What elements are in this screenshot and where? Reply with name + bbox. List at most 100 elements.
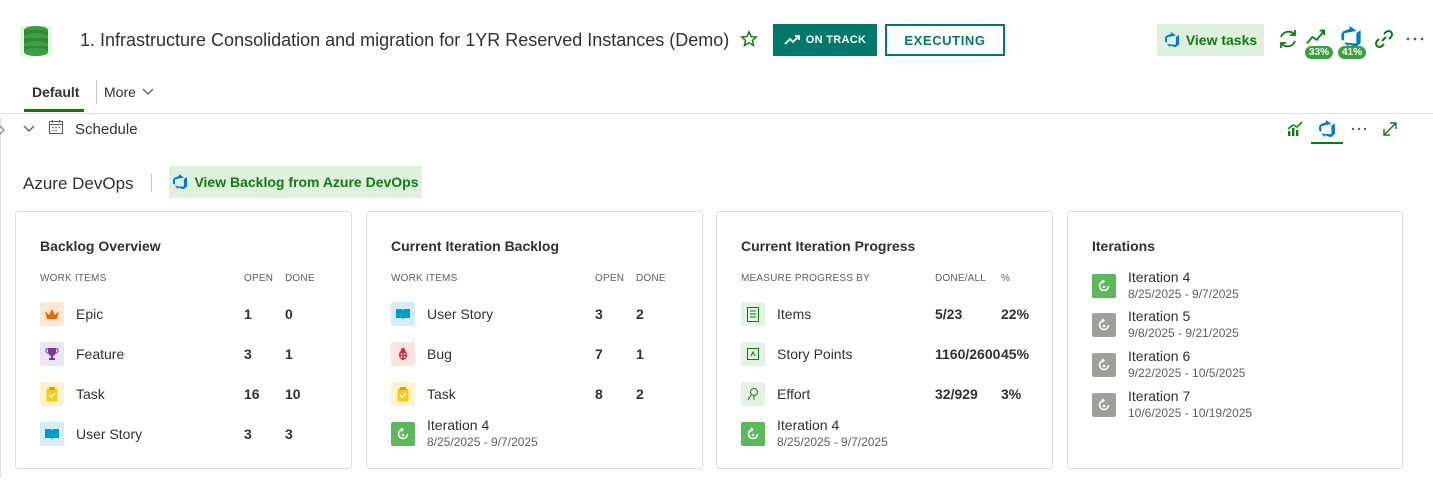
row-done: 2 [636,386,644,402]
view-tasks-label: View tasks [1185,32,1258,48]
row-label: User Story [427,306,494,322]
azure-devops-progress-icon[interactable] [1340,26,1362,48]
col-header-open: OPEN [595,273,625,284]
tab-default[interactable]: Default [32,84,79,100]
iterations-card: Iterations Iteration 4 8/25/2025 - 9/7/2… [1067,211,1403,469]
task-clipboard-icon [40,382,64,406]
chevron-down-icon [142,88,154,95]
section-more-icon[interactable] [1350,120,1368,138]
tab-bar: Default More [0,78,1433,114]
backlog-row-feature[interactable]: Feature 3 1 [40,342,340,366]
row-open: 3 [244,346,252,362]
progress-badge-1: 33% [1305,46,1334,59]
row-done: 1 [285,346,293,362]
iteration-icon [1092,313,1116,337]
col-header-measure: MEASURE PROGRESS BY [741,273,870,284]
col-header-work-items: WORK ITEMS [40,273,107,284]
row-open: 3 [244,426,252,442]
backlog-row-epic[interactable]: Epic 1 0 [40,302,340,326]
iteration-dates: 8/25/2025 - 9/7/2025 [1128,287,1239,301]
current-iteration-backlog-card: Current Iteration Backlog WORK ITEMS OPE… [366,211,703,469]
card-title: Current Iteration Progress [741,238,916,254]
header: 1. Infrastructure Consolidation and migr… [0,0,1433,80]
row-label: Epic [76,306,104,322]
collapse-chevron-icon[interactable] [22,122,36,136]
iteration-item[interactable]: Iteration 4 8/25/2025 - 9/7/2025 [1092,269,1392,301]
progress-badge-2: 41% [1338,46,1367,59]
bug-icon [391,342,415,366]
iteration-dates: 9/22/2025 - 10/5/2025 [1128,366,1246,380]
chart-view-icon[interactable] [1286,120,1304,138]
section-title[interactable]: Schedule [75,121,138,138]
col-header-done: DONE [285,273,315,284]
iteration-row-bug[interactable]: Bug 7 1 [391,342,691,366]
expand-icon[interactable] [1381,120,1399,138]
progress-row-story-points[interactable]: Story Points 1160/2600 45% [741,342,1041,366]
current-iteration-progress-card: Current Iteration Progress MEASURE PROGR… [716,211,1053,469]
col-header-percent: % [1001,273,1011,284]
iteration-dates: 8/25/2025 - 9/7/2025 [427,435,538,449]
iteration-item[interactable]: Iteration 6 9/22/2025 - 10/5/2025 [1092,348,1392,380]
more-options-icon[interactable] [1404,28,1426,50]
status-executing-label: EXECUTING [904,32,986,48]
progress-chart-icon[interactable] [1305,26,1327,48]
page: 1. Infrastructure Consolidation and migr… [0,0,1433,484]
row-done: 1 [636,346,644,362]
status-on-track-label: ON TRACK [805,34,867,46]
iteration-icon [391,422,415,446]
iteration-name: Iteration 5 [1128,308,1191,324]
iteration-row-task[interactable]: Task 8 2 [391,382,691,406]
status-executing-button[interactable]: EXECUTING [885,24,1005,56]
tab-more-label: More [104,84,136,100]
project-title: 1. Infrastructure Consolidation and migr… [80,30,730,50]
azure-devops-icon [1164,32,1179,48]
azure-devops-label: Azure DevOps [23,174,134,193]
progress-row-effort[interactable]: Effort 32/929 3% [741,382,1041,406]
project-database-icon [20,26,52,56]
iteration-name: Iteration 6 [1128,348,1191,364]
link-icon[interactable] [1373,28,1395,50]
row-percent: 3% [1001,386,1022,402]
tab-default-underline [24,109,84,112]
azure-devops-view-icon[interactable] [1318,120,1336,138]
view-backlog-label: View Backlog from Azure DevOps [194,174,419,190]
row-label: Bug [427,346,452,362]
backlog-row-task[interactable]: Task 16 10 [40,382,340,406]
card-title: Backlog Overview [40,238,161,254]
row-open: 1 [244,306,252,322]
iteration-dates: 8/25/2025 - 9/7/2025 [777,435,888,449]
left-rail [0,118,1,478]
iteration-item[interactable]: Iteration 4 8/25/2025 - 9/7/2025 [391,417,691,449]
refresh-icon[interactable] [1277,28,1299,50]
row-open: 3 [595,306,603,322]
azure-devops-icon [173,174,188,190]
tab-more[interactable]: More [104,84,154,100]
effort-icon [741,382,765,406]
row-done: 10 [285,386,301,402]
iteration-row-user-story[interactable]: User Story 3 2 [391,302,691,326]
progress-row-items[interactable]: Items 5/23 22% [741,302,1041,326]
row-label: Effort [777,386,811,402]
row-open: 7 [595,346,603,362]
epic-crown-icon [40,302,64,326]
iteration-item[interactable]: Iteration 4 8/25/2025 - 9/7/2025 [741,417,1041,449]
schedule-section-header: Schedule [0,114,1433,146]
favorite-star-icon[interactable] [740,30,758,48]
calendar-icon [48,120,64,135]
iteration-name: Iteration 4 [427,417,490,433]
iteration-dates: 10/6/2025 - 10/19/2025 [1128,406,1253,420]
feature-trophy-icon [40,342,64,366]
card-title: Current Iteration Backlog [391,238,560,254]
view-backlog-button[interactable]: View Backlog from Azure DevOps [169,166,422,198]
row-open: 16 [244,386,260,402]
items-list-icon [741,302,765,326]
backlog-row-user-story[interactable]: User Story 3 3 [40,422,340,446]
tab-separator [96,80,97,104]
status-on-track-button[interactable]: ON TRACK [773,24,877,56]
row-label: Items [777,306,812,322]
row-label: User Story [76,426,143,442]
iteration-item[interactable]: Iteration 7 10/6/2025 - 10/19/2025 [1092,388,1392,420]
iteration-item[interactable]: Iteration 5 9/8/2025 - 9/21/2025 [1092,308,1392,340]
backlog-overview-card: Backlog Overview WORK ITEMS OPEN DONE Ep… [15,211,352,469]
view-tasks-button[interactable]: View tasks [1157,24,1264,56]
